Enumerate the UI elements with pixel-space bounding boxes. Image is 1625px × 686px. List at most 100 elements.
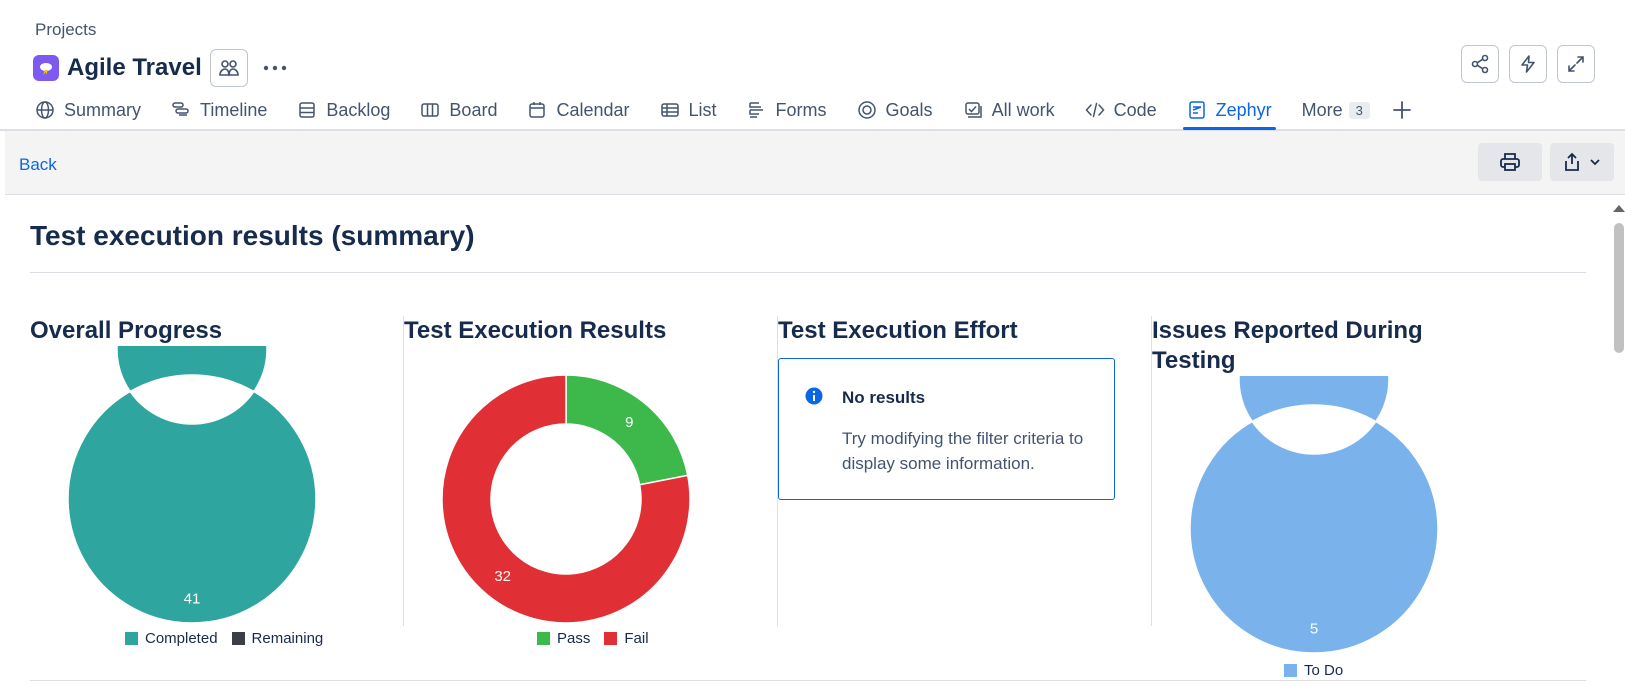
export-icon xyxy=(1565,152,1579,171)
overall-progress-panel: Overall Progress 41 Completed Remaining xyxy=(5,316,393,676)
tab-calendar[interactable]: Calendar xyxy=(527,95,630,125)
execution-results-legend: Pass Fail xyxy=(537,630,649,647)
more-count-badge: 3 xyxy=(1348,101,1370,119)
legend-label: Remaining xyxy=(251,630,324,647)
issues-reported-panel: Issues Reported During Testing 5 To Do xyxy=(1127,316,1527,679)
data-label: 9 xyxy=(625,414,633,431)
legend-label: Completed xyxy=(145,630,218,647)
panel-title: Test Execution Effort xyxy=(778,317,1018,344)
title-divider xyxy=(30,272,1586,273)
fullscreen-button[interactable] xyxy=(1557,45,1595,83)
breadcrumb[interactable]: Projects xyxy=(35,20,96,40)
tab-backlog[interactable]: Backlog xyxy=(297,95,390,125)
project-tabs: Summary Timeline Backlog Board Calendar xyxy=(35,95,1451,131)
page-scrollbar[interactable] xyxy=(1611,205,1625,686)
code-icon xyxy=(1085,102,1105,118)
tab-label: Zephyr xyxy=(1215,99,1272,120)
more-actions-button[interactable] xyxy=(256,49,294,87)
report-title: Test execution results (summary) xyxy=(30,220,475,251)
execution-effort-panel: Test Execution Effort No results Try mod… xyxy=(753,316,1141,676)
execution-results-chart: 9 32 xyxy=(441,374,691,624)
printer-icon xyxy=(1500,153,1520,171)
forms-icon xyxy=(748,102,763,118)
panel-title: Overall Progress xyxy=(30,317,223,344)
tab-label: Summary xyxy=(64,99,142,120)
goals-icon xyxy=(857,101,876,119)
add-tab-button[interactable] xyxy=(1392,95,1421,125)
no-results-text: Try modifying the filter criteria to dis… xyxy=(842,429,1084,473)
header-actions xyxy=(1461,45,1595,83)
tab-forms[interactable]: Forms xyxy=(747,95,827,125)
tab-list[interactable]: List xyxy=(660,95,717,125)
globe-icon xyxy=(36,101,54,119)
timeline-icon xyxy=(172,102,189,116)
expand-icon xyxy=(1568,56,1584,72)
legend-label: To Do xyxy=(1304,662,1344,679)
all-work-icon xyxy=(964,102,982,118)
legend-swatch xyxy=(604,632,618,645)
legend-item-remaining[interactable]: Remaining xyxy=(231,630,324,647)
data-label: 41 xyxy=(184,591,201,608)
legend-item-to-do[interactable]: To Do xyxy=(1284,662,1343,679)
tab-label: Forms xyxy=(775,99,827,120)
panel-title: Test Execution Results xyxy=(404,317,667,344)
share-button[interactable] xyxy=(1461,45,1499,83)
scroll-thumb[interactable] xyxy=(1614,223,1624,353)
back-link[interactable]: Back xyxy=(19,155,57,175)
issues-reported-chart: 5 xyxy=(1189,376,1439,654)
no-results-title: No results xyxy=(842,388,926,407)
info-icon xyxy=(805,387,823,405)
legend-swatch xyxy=(231,632,245,645)
tab-more[interactable]: More 3 xyxy=(1302,95,1370,125)
legend-item-fail[interactable]: Fail xyxy=(604,630,649,647)
legend-swatch xyxy=(1284,664,1297,677)
issues-reported-legend: To Do xyxy=(1284,662,1343,679)
list-icon xyxy=(660,103,679,117)
tab-code[interactable]: Code xyxy=(1085,95,1157,125)
panel-title: Issues Reported During Testing xyxy=(1152,317,1423,374)
tab-timeline[interactable]: Timeline xyxy=(171,95,267,125)
tab-board[interactable]: Board xyxy=(420,95,497,125)
title-row: Agile Travel xyxy=(33,48,294,88)
tab-label: Backlog xyxy=(326,99,391,120)
legend-swatch xyxy=(125,632,138,645)
tab-label: Board xyxy=(449,99,498,120)
report-content: Test execution results (summary) Overall… xyxy=(5,196,1605,686)
tab-label: Calendar xyxy=(556,99,630,120)
legend-item-pass[interactable]: Pass xyxy=(537,630,590,647)
lightning-icon xyxy=(1521,55,1535,73)
tab-goals[interactable]: Goals xyxy=(857,95,933,125)
ellipsis-icon xyxy=(263,65,286,71)
tab-label: List xyxy=(688,99,717,120)
tab-summary[interactable]: Summary xyxy=(35,95,141,125)
tab-label: Goals xyxy=(885,99,933,120)
scroll-up-icon[interactable] xyxy=(1613,205,1625,212)
execution-results-panel: Test Execution Results 9 32 Pass Fail xyxy=(379,316,767,676)
tab-label: Timeline xyxy=(200,99,268,120)
section-divider xyxy=(30,680,1586,681)
tab-label: Code xyxy=(1113,99,1157,120)
data-label: 32 xyxy=(494,568,511,585)
overall-progress-legend: Completed Remaining xyxy=(125,630,323,647)
tab-label: All work xyxy=(991,99,1055,120)
team-button[interactable] xyxy=(209,49,248,87)
tab-label: More xyxy=(1301,99,1343,120)
print-button[interactable] xyxy=(1478,143,1542,181)
report-toolbar: Back xyxy=(5,131,1625,195)
tab-zephyr[interactable]: Zephyr xyxy=(1182,95,1276,130)
project-header: Projects Agile Travel Summary Timeline B… xyxy=(0,0,1625,131)
export-button[interactable] xyxy=(1550,143,1614,181)
legend-item-completed[interactable]: Completed xyxy=(125,630,218,647)
page-title: Agile Travel xyxy=(67,54,202,81)
legend-label: Pass xyxy=(557,630,591,647)
tab-all-work[interactable]: All work xyxy=(963,95,1055,125)
backlog-icon xyxy=(299,102,316,118)
share-icon xyxy=(1471,54,1489,74)
automation-button[interactable] xyxy=(1509,45,1547,83)
team-icon xyxy=(218,60,239,76)
board-icon xyxy=(421,103,440,117)
zephyr-icon xyxy=(1188,101,1205,119)
legend-label: Fail xyxy=(624,630,649,647)
plus-icon xyxy=(1392,101,1411,119)
overall-progress-chart: 41 xyxy=(67,346,317,624)
